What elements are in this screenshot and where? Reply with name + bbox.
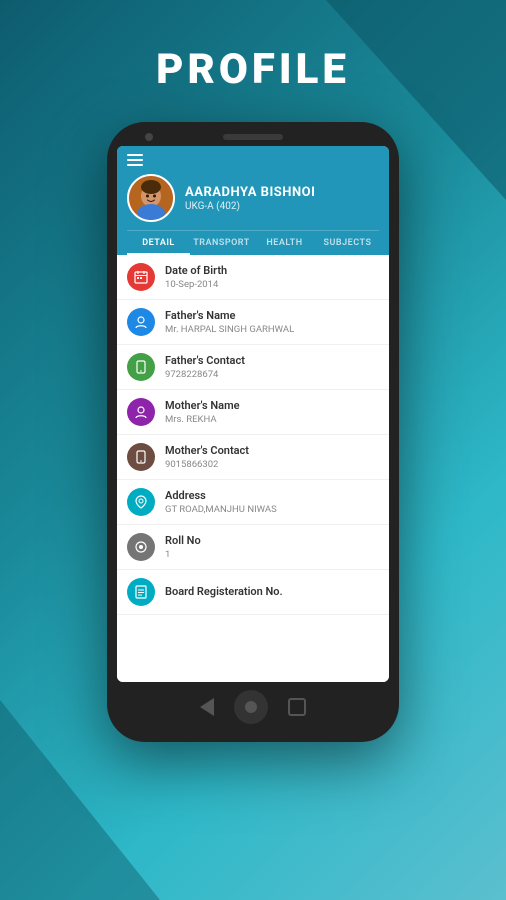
recents-button[interactable]: [288, 698, 306, 716]
dob-value: 10-Sep-2014: [165, 279, 379, 290]
phone-top-bar: [117, 134, 389, 140]
list-item-roll-no: Roll No1: [117, 525, 389, 570]
mother-name-label: Mother's Name: [165, 399, 379, 413]
address-content: AddressGT ROAD,MANJHU NIWAS: [165, 489, 379, 515]
board-reg-icon: [127, 578, 155, 606]
roll-no-value: 1: [165, 549, 379, 560]
mother-name-content: Mother's NameMrs. REKHA: [165, 399, 379, 425]
phone-frame: AARADHYA BISHNOI UKG-A (402) DETAIL TRAN…: [107, 122, 399, 742]
list-item-mother-contact: Mother's Contact9015866302: [117, 435, 389, 480]
mother-contact-value: 9015866302: [165, 459, 379, 470]
content-list: Date of Birth10-Sep-2014 Father's NameMr.…: [117, 255, 389, 682]
profile-section: AARADHYA BISHNOI UKG-A (402): [127, 174, 379, 222]
list-item-address: AddressGT ROAD,MANJHU NIWAS: [117, 480, 389, 525]
list-item-board-reg: Board Registeration No.: [117, 570, 389, 615]
address-label: Address: [165, 489, 379, 503]
father-name-icon: [127, 308, 155, 336]
app-header-top: [127, 154, 379, 166]
list-item-mother-name: Mother's NameMrs. REKHA: [117, 390, 389, 435]
father-name-label: Father's Name: [165, 309, 379, 323]
tab-detail[interactable]: DETAIL: [127, 231, 190, 255]
address-icon: [127, 488, 155, 516]
board-reg-label: Board Registeration No.: [165, 585, 379, 599]
father-contact-icon: [127, 353, 155, 381]
app-header: AARADHYA BISHNOI UKG-A (402) DETAIL TRAN…: [117, 146, 389, 255]
father-name-content: Father's NameMr. HARPAL SINGH GARHWAL: [165, 309, 379, 335]
list-item-dob: Date of Birth10-Sep-2014: [117, 255, 389, 300]
father-name-value: Mr. HARPAL SINGH GARHWAL: [165, 324, 379, 335]
dob-content: Date of Birth10-Sep-2014: [165, 264, 379, 290]
student-class: UKG-A (402): [185, 201, 315, 212]
father-contact-label: Father's Contact: [165, 354, 379, 368]
mother-name-icon: [127, 398, 155, 426]
back-button[interactable]: [200, 698, 214, 716]
tab-health[interactable]: HEALTH: [253, 231, 316, 255]
dob-icon: [127, 263, 155, 291]
avatar-image: [129, 176, 173, 220]
roll-no-icon: [127, 533, 155, 561]
phone-screen: AARADHYA BISHNOI UKG-A (402) DETAIL TRAN…: [117, 146, 389, 682]
student-info: AARADHYA BISHNOI UKG-A (402): [185, 185, 315, 212]
father-contact-value: 9728228674: [165, 369, 379, 380]
dob-label: Date of Birth: [165, 264, 379, 278]
roll-no-content: Roll No1: [165, 534, 379, 560]
roll-no-label: Roll No: [165, 534, 379, 548]
mother-contact-label: Mother's Contact: [165, 444, 379, 458]
hamburger-menu-icon[interactable]: [127, 154, 143, 166]
phone-camera: [145, 133, 153, 141]
home-button[interactable]: [234, 690, 268, 724]
board-reg-content: Board Registeration No.: [165, 585, 379, 599]
page-title: PROFILE: [156, 45, 350, 94]
list-item-father-contact: Father's Contact9728228674: [117, 345, 389, 390]
list-item-father-name: Father's NameMr. HARPAL SINGH GARHWAL: [117, 300, 389, 345]
phone-speaker: [223, 134, 283, 140]
phone-bottom-nav: [117, 690, 389, 724]
father-contact-content: Father's Contact9728228674: [165, 354, 379, 380]
avatar: [127, 174, 175, 222]
home-icon: [244, 700, 258, 714]
mother-contact-icon: [127, 443, 155, 471]
tab-transport[interactable]: TRANSPORT: [190, 231, 253, 255]
address-value: GT ROAD,MANJHU NIWAS: [165, 504, 379, 515]
tab-subjects[interactable]: SUBJECTS: [316, 231, 379, 255]
mother-contact-content: Mother's Contact9015866302: [165, 444, 379, 470]
tabs-bar: DETAIL TRANSPORT HEALTH SUBJECTS: [127, 230, 379, 255]
mother-name-value: Mrs. REKHA: [165, 414, 379, 425]
student-name: AARADHYA BISHNOI: [185, 185, 315, 200]
